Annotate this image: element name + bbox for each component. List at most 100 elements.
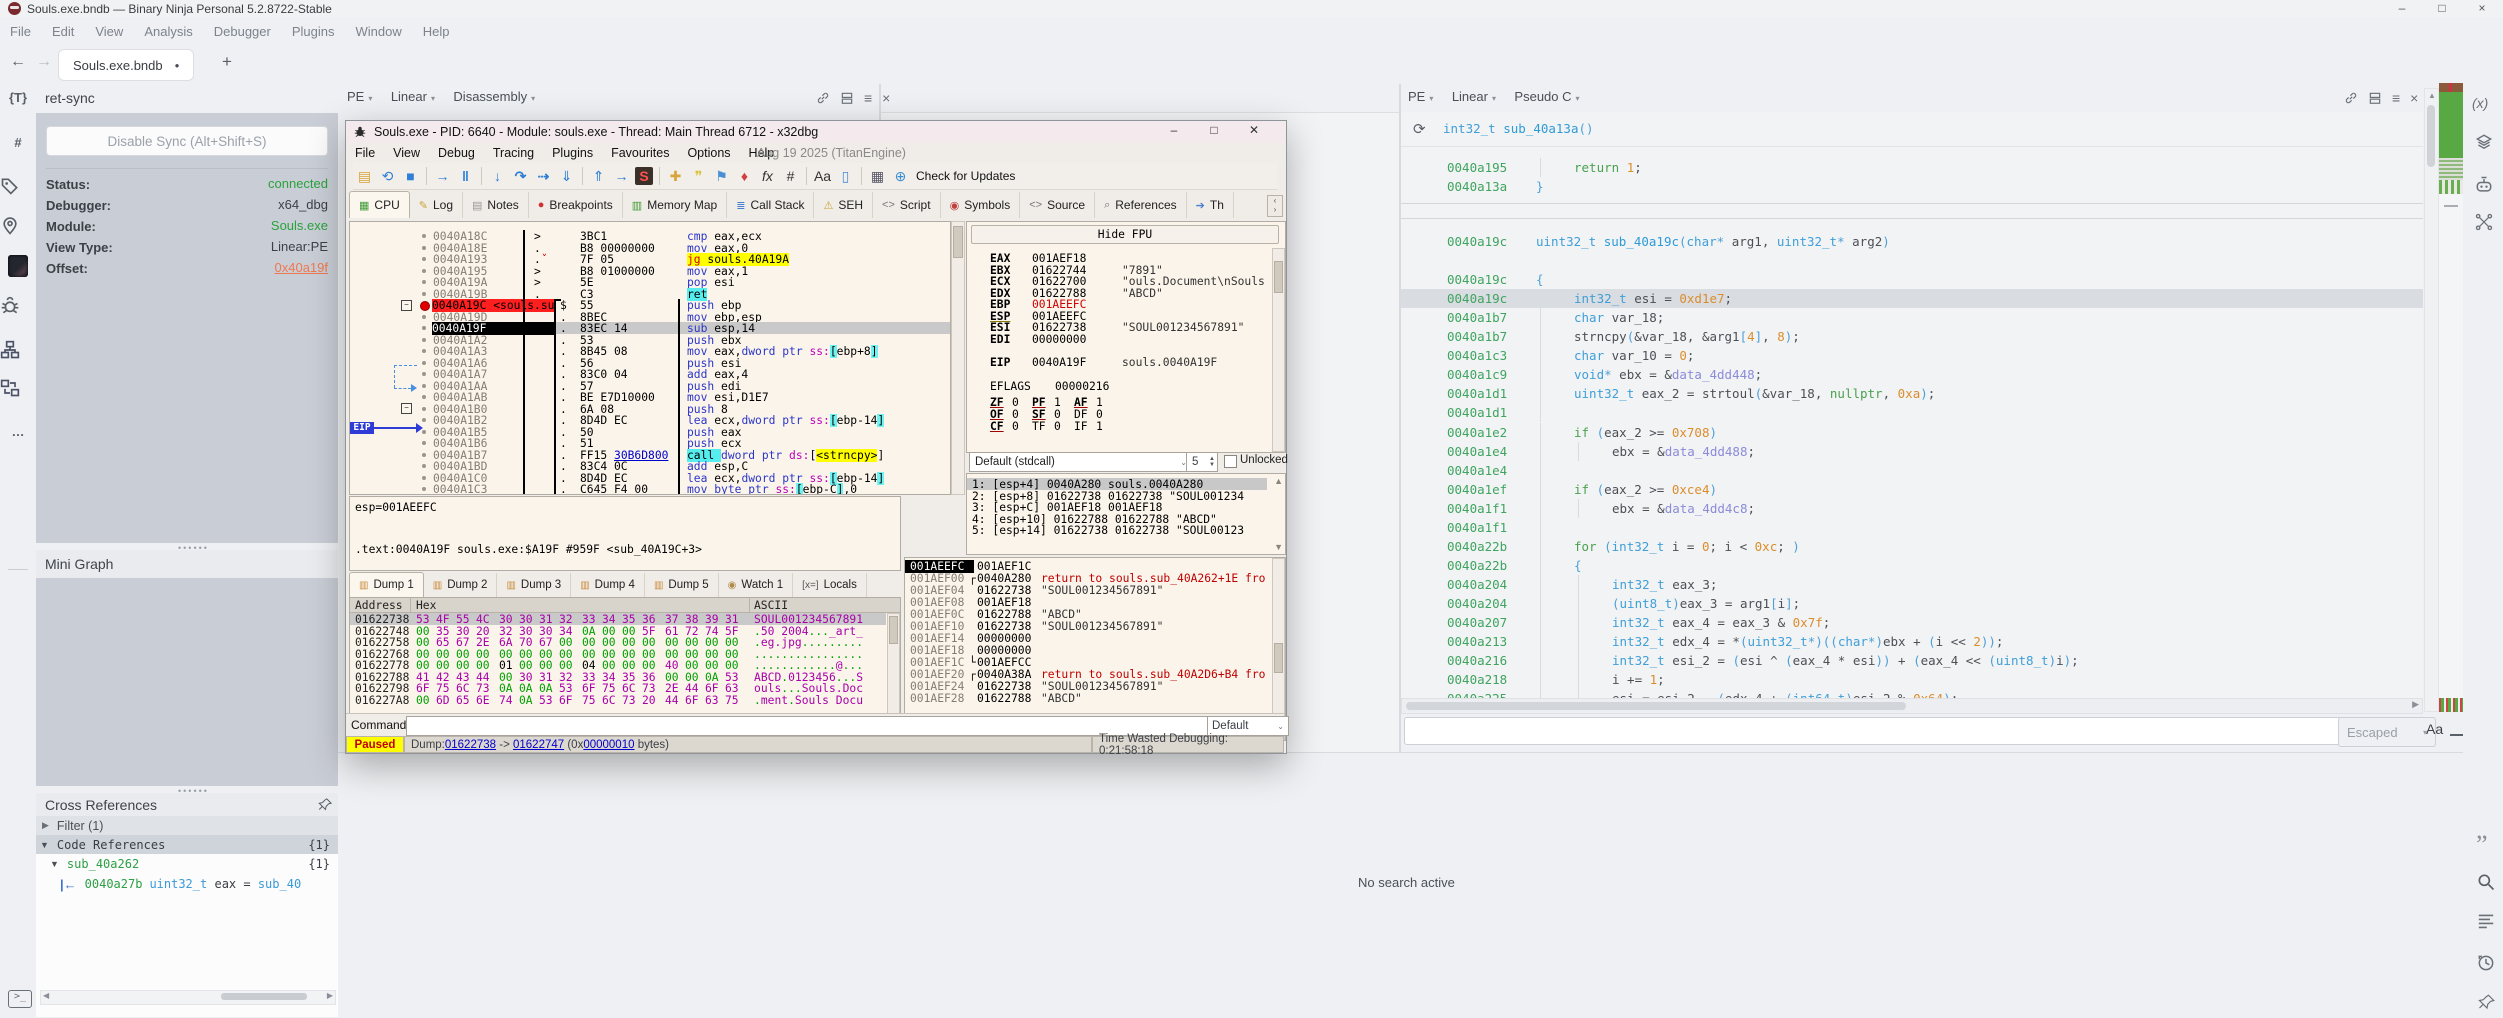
disasm-vscrollbar[interactable] [951,221,965,495]
code-line[interactable]: 0040a218i += 1; [1401,670,2423,689]
disasm-row[interactable]: 0040A1A7.83C0 04add eax,4 [350,368,950,380]
toolbar-step-into-icon[interactable]: ↓ [486,166,509,186]
disasm-row[interactable]: 0040A1AB.BE E7D10000mov esi,D1E7 [350,391,950,403]
code-line[interactable] [1401,251,2423,270]
sidebar-location-icon[interactable] [0,216,36,236]
split-pane-icon[interactable] [840,91,854,105]
register-row[interactable]: EDI00000000 [967,333,1267,345]
register-row[interactable]: ESP001AEEFC [967,310,1267,322]
x32-tab-source[interactable]: <>Source [1020,192,1095,218]
register-row[interactable]: EIP0040A19Fsouls.0040A19F [967,356,1267,368]
x32-tab-symbols[interactable]: ◉Symbols [941,192,1021,218]
callconv-select[interactable]: Default (stdcall)⌄ [969,452,1193,472]
stack-row[interactable]: 001AEF2401622738"SOUL001234567891" [905,680,1271,692]
match-case-icon[interactable]: Aa [2426,721,2443,737]
toolbar-open-file-icon[interactable]: ▤ [353,166,376,186]
callconv-arg-row[interactable]: 1: [esp+4] 0040A280 souls.0040A280 [967,478,1267,490]
dump-tab-locals[interactable]: [x=]Locals [793,573,867,597]
code-line[interactable]: 0040a1c9void* ebx = &data_4dd448; [1401,365,2423,384]
dump-tab-dump-3[interactable]: ▥Dump 3 [497,573,571,597]
toolbar-scylla-icon[interactable]: S [635,167,653,185]
stack-row[interactable]: 001AEF0C01622788"ABCD" [905,608,1271,620]
find-icon[interactable] [2476,872,2496,892]
dump-tab-dump-5[interactable]: ▥Dump 5 [645,573,719,597]
variables-icon[interactable]: (x) [2472,95,2488,111]
toolbar-comment-icon[interactable]: ❞ [687,166,710,186]
sidebar-component-tree-icon[interactable] [0,340,36,360]
dump-row[interactable]: 01622758.eg.jpg.........0065672E6A706700… [350,636,886,648]
callconv-arg-row[interactable]: 4: [esp+10] 01622788 01622788 "ABCD" [967,513,1267,525]
toolbar-attach-icon[interactable]: ▯ [834,166,857,186]
xrefs-filter-row[interactable]: ▶ Filter (1) [36,816,338,835]
xrefs-hscrollbar[interactable]: ◀ ▶ [40,990,336,1005]
command-input[interactable] [406,716,1208,736]
disasm-row[interactable]: 0040A1C3.C645 F4 00mov byte ptr ss:[ebp-… [350,483,950,495]
close-button[interactable]: × [2462,0,2502,17]
toolbar-run-to-user-icon[interactable]: → [610,166,633,186]
nav-back-button[interactable]: ← [10,53,26,71]
menu-edit[interactable]: Edit [52,24,74,39]
code-line[interactable]: 0040a19cuint32_t sub_40a19c(char* arg1, … [1401,232,2423,251]
disasm-row[interactable]: 0040A19D.8BECmov ebp,esp [350,311,950,323]
assistant-robot-icon[interactable] [2474,175,2494,195]
xrefs-pin-icon[interactable] [318,797,333,812]
sidebar-tag-icon[interactable] [0,176,36,196]
x32-menu-favourites[interactable]: Favourites [611,146,669,160]
register-row[interactable]: EBP001AEEFC [967,298,1267,310]
x32-tab-script[interactable]: <>Script [873,192,941,218]
x32-tab-notes[interactable]: ▤Notes [463,192,529,218]
split-pane-icon[interactable] [2368,91,2382,105]
dump-size-link[interactable]: 00000010 [583,739,634,751]
field-value[interactable]: 0x40a19f [275,260,329,275]
xrefs-function-row[interactable]: ▼ sub_40a262 {1} [36,854,338,873]
code-line[interactable]: 0040a1b7char var_18; [1401,308,2423,327]
subview-selector[interactable]: Disassembly [453,89,527,104]
xrefs-code-refs-row[interactable]: ▼ Code References {1} [36,835,338,854]
menu-file[interactable]: File [10,24,31,39]
x32-maximize-button[interactable]: □ [1198,123,1230,137]
dump-tab-dump-2[interactable]: ▥Dump 2 [424,573,498,597]
dump-row[interactable]: 01622738SOUL001234567891534F554C30303132… [350,613,886,625]
menu-window[interactable]: Window [355,24,401,39]
disasm-row[interactable]: 0040A1B2.8D4D EClea ecx,dword ptr ss:[eb… [350,414,950,426]
x32-menu-view[interactable]: View [393,146,420,160]
toolbar-label-icon[interactable]: ⚑ [710,166,733,186]
code-line[interactable]: 0040a1d1uint32_t eax_2 = strtoul(&var_18… [1401,384,2423,403]
comments-quote-icon[interactable]: ” [2476,830,2488,860]
code-line[interactable]: 0040a19cint32_t esi = 0xd1e7; [1401,289,2423,308]
dump-row[interactable]: 01622778............@...0000000001000000… [350,659,886,671]
hide-fpu-button[interactable]: Hide FPU [971,225,1279,244]
whole-word-icon[interactable] [2450,724,2463,736]
sync-link-icon[interactable] [2344,91,2358,105]
disasm-row[interactable]: −0040A19C <souls.su$55push ebp [350,299,950,311]
code-line[interactable]: 0040a1b7strncpy(&var_18, &arg1[4], 8); [1401,327,2423,346]
dump-end-link[interactable]: 01622747 [513,739,564,751]
x32-tab-overflow[interactable]: ‹› [1267,195,1283,217]
code-line[interactable]: 0040a1d1 [1401,403,2423,422]
sidebar-plugin-avatar-icon[interactable] [0,255,36,280]
dump-tab-dump-4[interactable]: ▥Dump 4 [571,573,645,597]
toolbar-execute-till-return-icon[interactable]: ⇑ [587,166,610,186]
disasm-row[interactable]: 0040A1A2.53push ebx [350,334,950,346]
flag-name-cf[interactable]: CF [990,420,1004,433]
document-tab[interactable]: Souls.exe.bndb ● [58,49,194,81]
pane-close-icon[interactable]: × [882,90,890,106]
toolbar-close-process-icon[interactable]: ■ [399,166,422,186]
toolbar-calculator-icon[interactable]: ▦ [866,166,889,186]
xref-entry-row[interactable]: |← 0040a27b uint32_t eax = sub_40 [36,874,338,894]
register-row[interactable]: ECX01622700"ouls.Document\nSouls [967,275,1267,287]
stack-row[interactable]: 001AEF2801622788"ABCD" [905,692,1271,704]
toolbar-step-over-icon[interactable]: ↷ [509,166,532,186]
code-line[interactable]: 0040a1c3char var_10 = 0; [1401,346,2423,365]
code-line[interactable]: 0040a216int32_t esi_2 = (esi ^ (eax_4 * … [1401,651,2423,670]
toolbar-bookmark-icon[interactable]: ♦ [733,166,756,186]
flag-name-if[interactable]: IF [1074,420,1088,433]
toolbar-patches-icon[interactable]: ✚ [664,166,687,186]
pseudo-c-listing[interactable]: 0040a195return 1;0040a13a}0040a19cuint32… [1401,112,2423,698]
dump-row[interactable]: 01622788ABCD.0123456...S4142434400303132… [350,671,886,683]
x32-tab-seh[interactable]: ⚠SEH [814,192,873,218]
disasm-row[interactable]: 0040A195>B8 01000000mov eax,1 [350,265,950,277]
code-line[interactable]: 0040a204(uint8_t)eax_3 = arg1[i]; [1401,594,2423,613]
pane-close-icon[interactable]: × [2410,90,2418,106]
check-for-updates-label[interactable]: Check for Updates [916,169,1015,183]
